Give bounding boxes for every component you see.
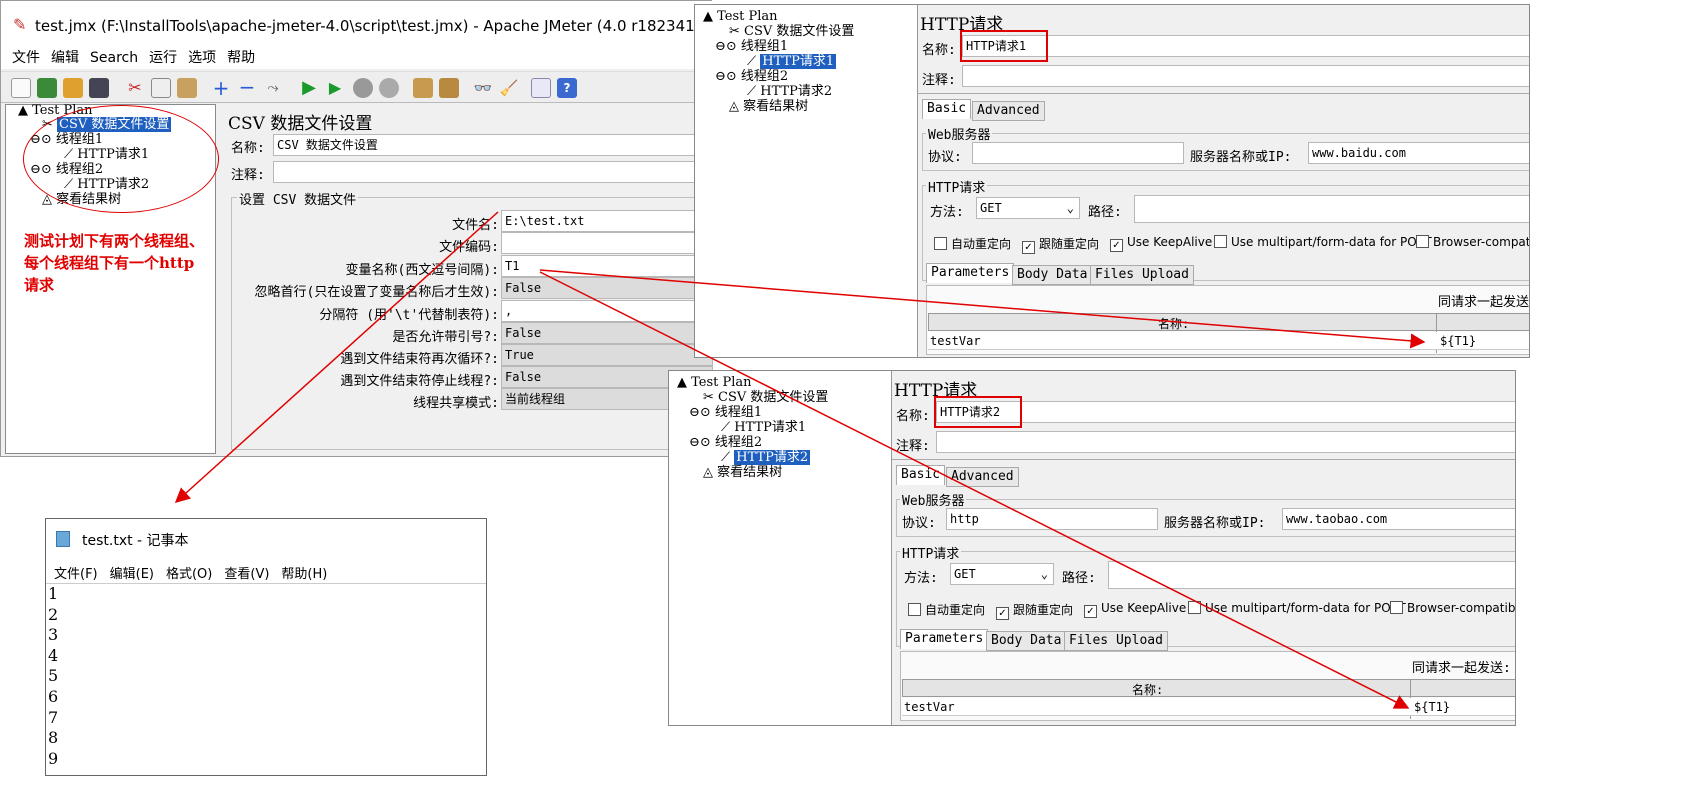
arrow-to-notepad	[174, 211, 499, 504]
annotation-arrows	[174, 211, 1426, 709]
arrow-to-http1-param	[539, 269, 1426, 349]
arrow-to-http2-param	[539, 271, 1410, 709]
